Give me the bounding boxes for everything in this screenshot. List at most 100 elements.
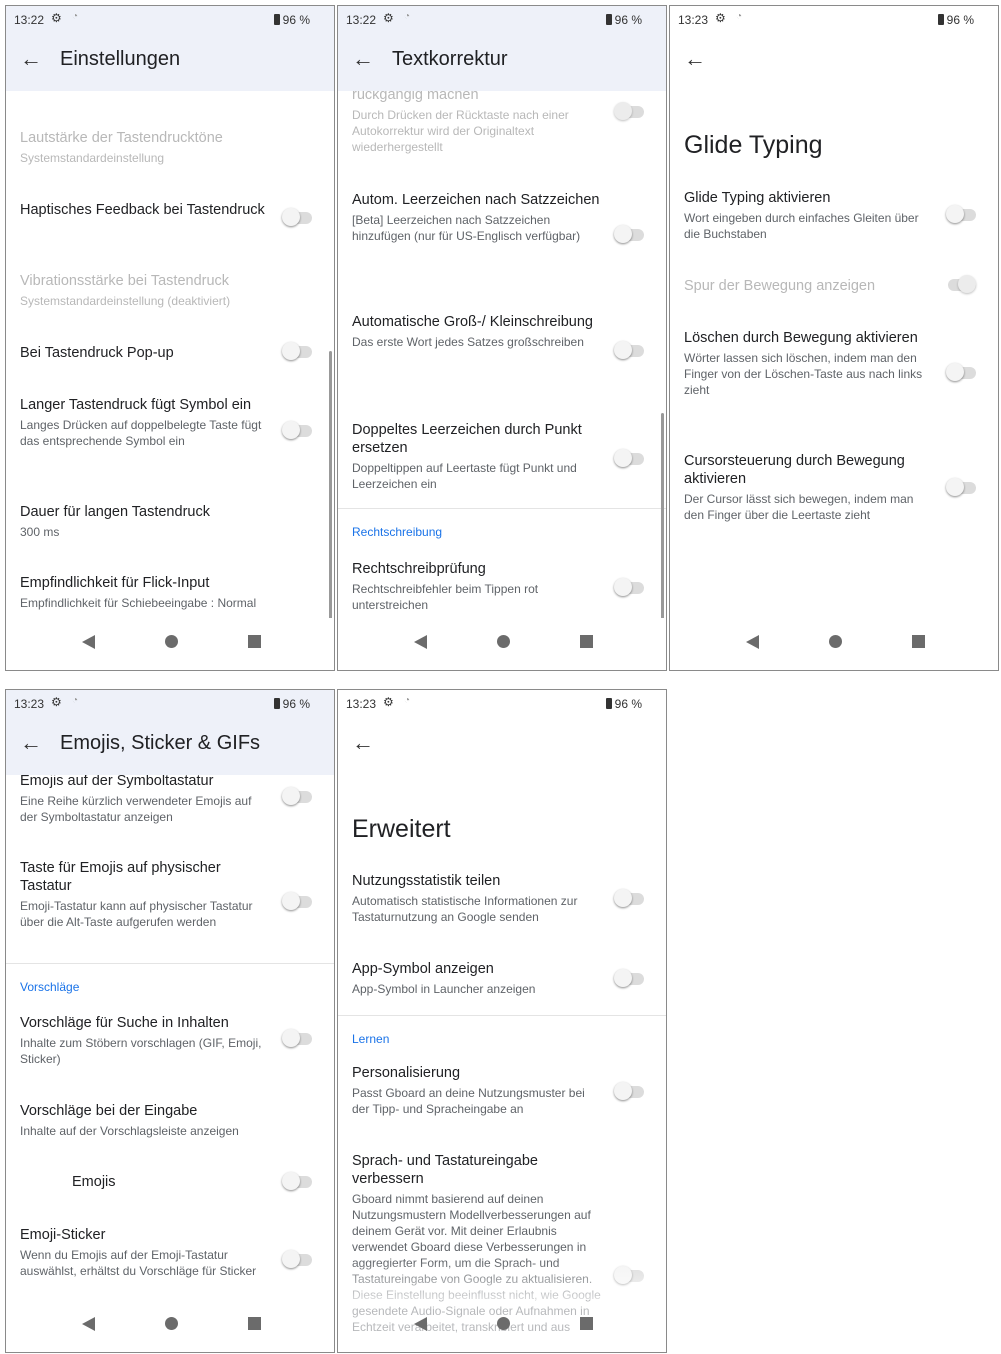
nav-back-icon[interactable] xyxy=(82,1317,95,1331)
list-item[interactable]: Bei Tastendruck Pop-up xyxy=(20,344,270,362)
usage-stats-toggle[interactable] xyxy=(614,889,644,907)
app-bar: 13:23 ⚙ ◔ 96 % ← xyxy=(338,690,666,775)
section-header: Lernen xyxy=(352,1032,390,1046)
item-title: Langer Tastendruck fügt Symbol ein xyxy=(20,397,252,413)
personalization-toggle[interactable] xyxy=(614,1082,644,1100)
list-item[interactable]: Glide Typing aktivieren Wort eingeben du… xyxy=(684,189,934,242)
list-item[interactable]: Empfindlichkeit für Flick-Input Empfindl… xyxy=(20,574,310,611)
item-subtitle: Der Cursor lässt sich bewegen, indem man… xyxy=(684,492,914,522)
item-title: Taste für Emojis auf physischer Tastatur xyxy=(20,860,221,894)
section-header: Vorschläge xyxy=(20,980,80,994)
settings-list: rückgängig machen Durch Drücken der Rück… xyxy=(338,91,666,618)
list-item[interactable]: Personalisierung Passt Gboard an deine N… xyxy=(352,1064,602,1117)
nav-recents-icon[interactable] xyxy=(912,635,925,648)
list-item[interactable]: Autom. Leerzeichen nach Satzzeichen [Bet… xyxy=(352,191,602,244)
list-item[interactable]: Cursorsteuerung durch Bewegung aktiviere… xyxy=(684,452,934,523)
item-title: rückgängig machen xyxy=(352,91,479,103)
item-subtitle: [Beta] Leerzeichen nach Satzzeichen hinz… xyxy=(352,213,581,243)
nav-back-icon[interactable] xyxy=(414,1317,427,1331)
item-title: Emoji-Sticker xyxy=(20,1227,106,1243)
screen-emojis: 13:23 ⚙ ◔ 96 % ← Emojis, Sticker & GIFs … xyxy=(5,689,335,1353)
nav-recents-icon[interactable] xyxy=(580,635,593,648)
nav-back-icon[interactable] xyxy=(746,635,759,649)
battery-icon xyxy=(605,698,612,709)
battery-level: 96 % xyxy=(614,697,642,711)
item-subtitle: Eine Reihe kürzlich verwendeter Emojis a… xyxy=(20,794,252,824)
nav-recents-icon[interactable] xyxy=(248,635,261,648)
emoji-symbols-toggle[interactable] xyxy=(282,787,312,805)
item-subtitle: Inhalte auf der Vorschlagsleiste anzeige… xyxy=(20,1124,239,1138)
back-arrow-icon[interactable]: ← xyxy=(684,46,706,72)
nav-home-icon[interactable] xyxy=(829,635,842,648)
list-item[interactable]: Emojis auf der Symboltastatur Eine Reihe… xyxy=(20,775,270,825)
list-item[interactable]: Vorschläge für Suche in Inhalten Inhalte… xyxy=(20,1014,270,1067)
wifi-icon: ◔ xyxy=(736,11,743,22)
status-time: 13:22 xyxy=(346,13,377,27)
cursor-gesture-toggle[interactable] xyxy=(946,478,976,496)
battery-indicator: 96 % xyxy=(605,697,642,711)
item-title: Spur der Bewegung anzeigen xyxy=(684,278,876,294)
spell-check-toggle[interactable] xyxy=(614,578,644,596)
item-title: Vorschläge bei der Eingabe xyxy=(20,1103,198,1119)
delete-gesture-toggle[interactable] xyxy=(946,363,976,381)
app-bar: 13:23 ⚙ ◔ 96 % ← xyxy=(670,6,998,91)
long-press-toggle[interactable] xyxy=(282,421,312,439)
nav-home-icon[interactable] xyxy=(165,1317,178,1330)
item-subtitle: Passt Gboard an deine Nutzungsmuster bei… xyxy=(352,1086,585,1116)
list-item[interactable]: Vorschläge bei der Eingabe Inhalte auf d… xyxy=(20,1102,270,1139)
nav-bar xyxy=(338,618,666,670)
content-suggest-toggle[interactable] xyxy=(282,1029,312,1047)
list-item[interactable]: Taste für Emojis auf physischer Tastatur… xyxy=(20,859,270,930)
nav-home-icon[interactable] xyxy=(165,635,178,648)
list-item[interactable]: Rechtschreibprüfung Rechtschreibfehler b… xyxy=(352,560,602,613)
back-arrow-icon[interactable]: ← xyxy=(352,730,374,756)
emojis-toggle[interactable] xyxy=(282,1172,312,1190)
scrollbar[interactable] xyxy=(329,351,332,618)
list-item[interactable]: Doppeltes Leerzeichen durch Punkt ersetz… xyxy=(352,421,602,492)
nav-recents-icon[interactable] xyxy=(580,1317,593,1330)
nav-recents-icon[interactable] xyxy=(248,1317,261,1330)
haptic-toggle[interactable] xyxy=(282,208,312,226)
gear-icon: ⚙ xyxy=(383,695,394,709)
list-item[interactable]: Dauer für langen Tastendruck 300 ms xyxy=(20,503,270,540)
auto-space-toggle[interactable] xyxy=(614,225,644,243)
double-space-toggle[interactable] xyxy=(614,449,644,467)
scrollbar[interactable] xyxy=(661,413,664,618)
section-header: Rechtschreibung xyxy=(352,525,443,539)
back-arrow-icon[interactable]: ← xyxy=(352,46,374,72)
auto-caps-toggle[interactable] xyxy=(614,341,644,359)
app-bar: 13:22 ⚙ ◔ 96 % ← Einstellungen xyxy=(6,6,334,91)
settings-list: Glide Typing aktivieren Wort eingeben du… xyxy=(670,91,998,618)
battery-indicator: 96 % xyxy=(605,13,642,27)
nav-home-icon[interactable] xyxy=(497,1317,510,1330)
nav-bar xyxy=(670,618,998,670)
back-arrow-icon[interactable]: ← xyxy=(20,46,42,72)
emoji-physical-toggle[interactable] xyxy=(282,892,312,910)
nav-back-icon[interactable] xyxy=(414,635,427,649)
divider xyxy=(338,508,666,509)
item-title: Löschen durch Bewegung aktivieren xyxy=(684,330,918,346)
gear-icon: ⚙ xyxy=(715,11,726,25)
page-title: Einstellungen xyxy=(60,48,181,70)
popup-toggle[interactable] xyxy=(282,342,312,360)
nav-home-icon[interactable] xyxy=(497,635,510,648)
settings-list: Emojis auf der Symboltastatur Eine Reihe… xyxy=(6,775,334,1300)
nav-back-icon[interactable] xyxy=(82,635,95,649)
item-subtitle: Langes Drücken auf doppelbelegte Taste f… xyxy=(20,418,262,448)
list-item[interactable]: Nutzungsstatistik teilen Automatisch sta… xyxy=(352,872,602,925)
page-title: Emojis, Sticker & GIFs xyxy=(60,732,261,754)
list-item[interactable]: Haptisches Feedback bei Tastendruck xyxy=(20,201,270,219)
app-icon-toggle[interactable] xyxy=(614,969,644,987)
back-arrow-icon[interactable]: ← xyxy=(20,730,42,756)
emoji-sticker-toggle[interactable] xyxy=(282,1250,312,1268)
list-item[interactable]: Löschen durch Bewegung aktivieren Wörter… xyxy=(684,329,934,398)
status-time: 13:23 xyxy=(14,697,45,711)
list-item[interactable]: App-Symbol anzeigen App-Symbol in Launch… xyxy=(352,960,602,997)
list-item[interactable]: Emoji-Sticker Wenn du Emojis auf der Emo… xyxy=(20,1226,270,1279)
list-item[interactable]: Langer Tastendruck fügt Symbol ein Lange… xyxy=(20,396,270,449)
status-bar: 13:22 ⚙ ◔ 96 % xyxy=(338,6,666,36)
glide-toggle[interactable] xyxy=(946,205,976,223)
list-item[interactable]: Automatische Groß-/ Kleinschreibung Das … xyxy=(352,313,602,350)
status-bar: 13:22 ⚙ ◔ 96 % xyxy=(6,6,334,36)
app-bar: 13:23 ⚙ ◔ 96 % ← Emojis, Sticker & GIFs xyxy=(6,690,334,775)
